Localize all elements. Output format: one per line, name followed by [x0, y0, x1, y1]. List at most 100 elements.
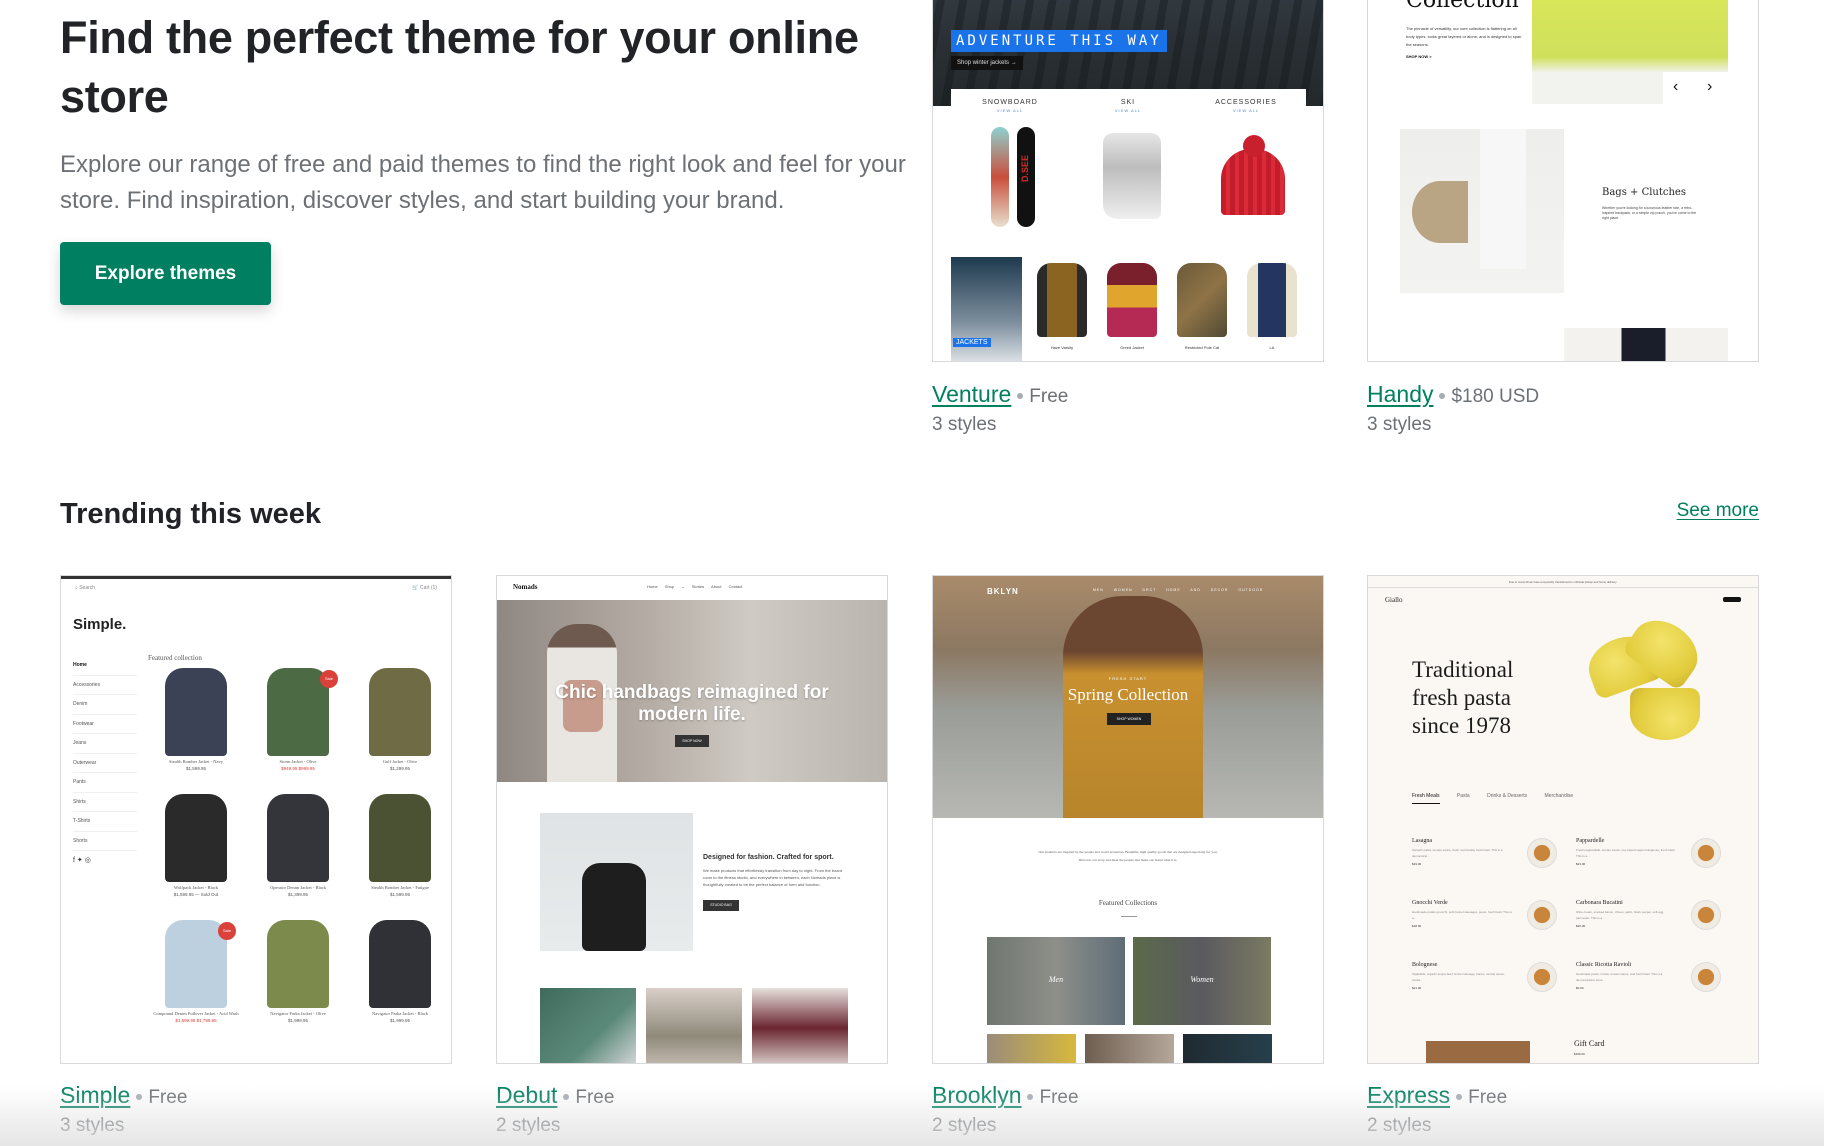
- pasta-image: [1630, 688, 1700, 740]
- menu-item-description: Handmade potato gnocchi, pork fennel sau…: [1412, 910, 1512, 920]
- menu-item-description: Spinach pasta, tomato sauce, fresh mozza…: [1412, 848, 1503, 858]
- product-name: Restricted Pole Cat: [1184, 345, 1220, 350]
- chevron-left-icon[interactable]: ‹: [1673, 78, 1678, 96]
- nav-item: Pants: [73, 773, 137, 793]
- jacket-image: [1037, 263, 1087, 337]
- product-card: Sale Compound Denim Pullover Jacket - Aci…: [148, 920, 244, 1023]
- theme-price: Free: [1039, 1087, 1079, 1108]
- explore-themes-button[interactable]: Explore themes: [60, 242, 271, 305]
- theme-preview-debut[interactable]: Nomads Home Shop ⌄ Stories About Contact…: [496, 575, 888, 1064]
- venture-hero-tag: ADVENTURE THIS WAY: [951, 30, 1167, 52]
- menu-item-description: Fresh pappardelle, tomato sauce, soy-bas…: [1576, 848, 1676, 858]
- debut-logo: Nomads: [513, 583, 538, 591]
- express-hero-title: Traditional fresh pasta since 1978: [1412, 657, 1514, 738]
- product-image: [369, 668, 431, 756]
- menu-tab: Pasta: [1456, 793, 1470, 799]
- menu-item: Classic Ricotta Ravioli Handmade pasta, r…: [1576, 962, 1721, 992]
- handy-lower-image: [1564, 328, 1728, 361]
- product-name: Navigator Parka Jacket - Black: [372, 1011, 428, 1016]
- product-card: Stealth Bomber Jacket - Fatigue $1,599.95: [352, 794, 448, 897]
- dish-image: [1527, 900, 1557, 930]
- brooklyn-eyebrow: FRESH START: [1108, 676, 1148, 681]
- theme-link-express[interactable]: Express: [1367, 1082, 1450, 1108]
- venture-category: SNOWBOARD VIEW ALL: [951, 99, 1069, 113]
- theme-price: $180 USD: [1451, 386, 1540, 407]
- nav-item: Accessories: [73, 676, 137, 695]
- category-label: SKI: [1120, 99, 1136, 106]
- separator-dot: [1017, 392, 1024, 399]
- model-shape: [1063, 596, 1203, 818]
- snowboard-image: [991, 127, 1009, 227]
- product-card: Wolfpack Jacket - Black $1,599.95 — Sold …: [148, 794, 244, 897]
- theme-link-debut[interactable]: Debut: [496, 1082, 557, 1108]
- venture-category: ACCESSORIES VIEW ALL: [1187, 99, 1305, 113]
- theme-preview-brooklyn[interactable]: BKLYN MEN WOMEN DRCT HOME AND DECOR OUTD…: [932, 575, 1324, 1064]
- collection-thumb: [987, 1034, 1076, 1063]
- gift-card-price: $100.00: [1574, 1052, 1585, 1056]
- theme-preview-simple[interactable]: ⌕ Search 🛒 Cart (1) Simple. Home Accesso…: [60, 575, 452, 1064]
- theme-preview-express[interactable]: Due to covid-19 we have temporarily tran…: [1367, 575, 1759, 1064]
- product-image: [267, 794, 329, 882]
- product-image: [165, 668, 227, 756]
- chevron-right-icon[interactable]: ›: [1707, 78, 1712, 96]
- theme-link-handy[interactable]: Handy: [1367, 381, 1433, 407]
- see-more-link[interactable]: See more: [1677, 500, 1759, 522]
- theme-link-brooklyn[interactable]: Brooklyn: [932, 1082, 1021, 1108]
- brooklyn-logo: BKLYN: [987, 587, 1019, 596]
- snowboard-image: D.SEE: [1017, 127, 1035, 227]
- product-card: Stealth Bomber Jacket - Navy $1,599.95: [148, 668, 244, 771]
- jackets-collection-image: JACKETS: [951, 257, 1022, 361]
- product-image: [165, 794, 227, 882]
- cart-icon: [1723, 597, 1741, 602]
- collection-thumb: [1085, 1034, 1174, 1063]
- menu-tab: Fresh Meals: [1412, 793, 1440, 804]
- sale-badge: Sale: [320, 670, 338, 688]
- page-title: Find the perfect theme for your online s…: [60, 12, 859, 122]
- handy-slider-nav: ‹ ›: [1663, 72, 1729, 106]
- category-label: SNOWBOARD: [982, 99, 1038, 106]
- menu-item: Carbonara Bucatini Wine cream, smoked bac…: [1576, 900, 1721, 930]
- product-card: Gulf Jacket - Olive $1,299.95: [352, 668, 448, 771]
- theme-link-simple[interactable]: Simple: [60, 1082, 130, 1108]
- collection-thumb: [1183, 1034, 1272, 1063]
- product-card: Navigator Parka Jacket - Olive $1,999.95: [250, 920, 346, 1023]
- brooklyn-hero-button: SHOP WOMEN: [1107, 713, 1151, 725]
- theme-preview-venture[interactable]: ADVENTURE THIS WAY Shop winter jackets →…: [932, 0, 1324, 362]
- dish-image: [1691, 900, 1721, 930]
- divider: [1121, 916, 1137, 917]
- dish-image: [1691, 838, 1721, 868]
- menu-item: Lasagna Spinach pasta, tomato sauce, fres…: [1412, 838, 1557, 868]
- theme-style-count: 2 styles: [1367, 1115, 1432, 1136]
- simple-logo: Simple.: [73, 616, 127, 633]
- brooklyn-intro: Our products are inspired by the people …: [1038, 850, 1218, 862]
- model-legs: [1480, 129, 1526, 269]
- theme-style-count: 3 styles: [60, 1115, 125, 1136]
- product-price: $1,599.95 — Sold Out: [173, 892, 219, 897]
- separator-dot: [1027, 1093, 1034, 1100]
- debut-header: Nomads Home Shop ⌄ Stories About Contact: [497, 576, 887, 600]
- dish-image: [1527, 962, 1557, 992]
- theme-link-venture[interactable]: Venture: [932, 381, 1011, 407]
- nav-item: Denim: [73, 695, 137, 715]
- theme-preview-handy[interactable]: Collection The pinnacle of versatility, …: [1367, 0, 1759, 362]
- menu-item-description: Wine cream, smoked bacon, chives, garlic…: [1576, 910, 1665, 920]
- product-name: Greed Jacket: [1120, 345, 1144, 350]
- jackets-tag: JACKETS: [953, 338, 991, 347]
- brooklyn-featured-title: Featured Collections: [1098, 899, 1158, 907]
- product-name: Storm Jacket - Olive: [279, 759, 317, 764]
- theme-style-count: 2 styles: [496, 1115, 561, 1136]
- debut-thumb-image: [752, 988, 848, 1063]
- social-icons: f ✦ ◎: [73, 857, 91, 864]
- debut-feature-button: STUDIO BAG: [703, 900, 739, 911]
- theme-style-count: 3 styles: [932, 414, 997, 435]
- separator-dot: [1456, 1093, 1463, 1100]
- menu-tab: Drinks & Desserts: [1487, 793, 1528, 799]
- debut-thumb-image: [646, 988, 742, 1063]
- nav-item: Shorts: [73, 832, 137, 851]
- category-link: VIEW ALL: [996, 108, 1024, 113]
- nav-item: Footwear: [73, 715, 137, 734]
- category-link: VIEW ALL: [1114, 108, 1142, 113]
- product-name: Haze Varsity: [1050, 345, 1074, 350]
- nav-item: Shirts: [73, 793, 137, 812]
- category-label: ACCESSORIES: [1215, 99, 1277, 106]
